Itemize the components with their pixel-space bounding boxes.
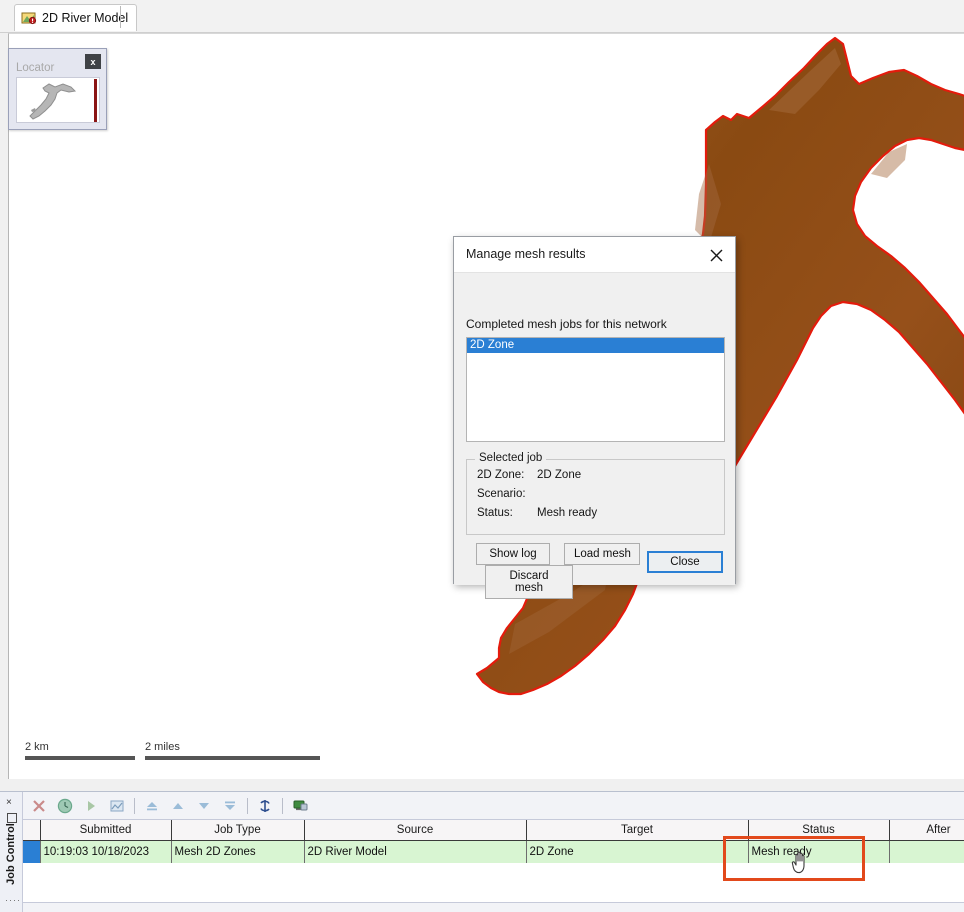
selected-job-caption: Selected job [475,452,547,464]
stop-job-icon[interactable] [52,794,78,818]
job-control-grid[interactable]: Submitted Job Type Source Target Status … [23,819,964,903]
column-header-target[interactable]: Target [526,820,749,841]
job-control-sidebar: × Job Control ···· [0,792,23,912]
locator-mini-map[interactable] [16,77,100,123]
table-row[interactable]: 10:19:03 10/18/2023 Mesh 2D Zones 2D Riv… [23,840,964,863]
selected-job-group: Selected job 2D Zone: 2D Zone Scenario: … [466,452,725,535]
model-tab-icon [21,10,37,26]
cell-source[interactable]: 2D River Model [304,840,527,863]
cell-status[interactable]: Mesh ready [748,840,890,863]
locator-panel[interactable]: Locator x [8,48,107,130]
job-control-status-strip [23,902,964,912]
jobs-table: Submitted Job Type Source Target Status … [23,820,964,863]
completed-jobs-label: Completed mesh jobs for this network [466,317,667,331]
move-up-icon[interactable] [165,794,191,818]
toolbar-separator-2 [247,797,248,814]
dialog-close-button[interactable]: Close [647,551,723,573]
row-header-corner [23,820,41,841]
dialog-title: Manage mesh results [466,247,586,261]
view-log-icon[interactable] [104,794,130,818]
move-bottom-icon[interactable] [217,794,243,818]
tab-2d-river-model[interactable]: 2D River Model [14,4,138,31]
manage-mesh-results-dialog[interactable]: Manage mesh results Completed mesh jobs … [453,236,736,599]
dialog-title-bar: Manage mesh results [454,237,735,273]
completed-jobs-list[interactable]: 2D Zone [466,337,725,442]
field-value-status: Mesh ready [537,507,598,519]
locator-close-button[interactable]: x [85,54,101,69]
move-down-icon[interactable] [191,794,217,818]
move-top-icon[interactable] [139,794,165,818]
toolbar-separator-1 [134,797,135,814]
field-label-scenario: Scenario: [477,488,526,500]
locator-title: Locator [16,62,55,74]
list-item[interactable]: 2D Zone [467,338,724,353]
field-label-status: Status: [477,507,513,519]
tab-strip: 2D River Model [0,0,964,33]
close-icon[interactable] [703,243,729,267]
job-control-toolbar [23,792,964,819]
locator-extent-bar [94,79,97,122]
row-selector[interactable] [23,840,41,863]
scale-miles-line [145,756,320,760]
refresh-icon[interactable] [252,794,278,818]
cell-submitted[interactable]: 10:19:03 10/18/2023 [40,840,172,863]
cell-job-type[interactable]: Mesh 2D Zones [171,840,305,863]
cell-after[interactable] [889,840,964,863]
field-label-2d-zone: 2D Zone: [477,469,525,481]
cell-target[interactable]: 2D Zone [526,840,749,863]
delete-job-icon[interactable] [26,794,52,818]
column-header-source[interactable]: Source [304,820,527,841]
jobs-table-header: Submitted Job Type Source Target Status … [23,820,964,841]
field-value-2d-zone: 2D Zone [537,469,582,481]
column-header-status[interactable]: Status [748,820,890,841]
application-window: 2D River Model 2 km 2 miles Locator x Ma… [0,0,964,912]
load-mesh-button[interactable]: Load mesh [564,543,641,565]
run-job-icon[interactable] [78,794,104,818]
remote-server-icon[interactable] [287,794,313,818]
show-log-button[interactable]: Show log [476,543,550,565]
locator-river-shape [29,83,77,120]
tab-label: 2D River Model [42,11,129,25]
column-header-submitted[interactable]: Submitted [40,820,172,841]
tab-separator [120,6,121,28]
scale-miles: 2 miles [145,741,320,760]
job-control-title: Job Control [5,823,17,885]
dialog-footer: Close [647,551,723,573]
discard-mesh-button[interactable]: Discard mesh [485,565,573,599]
scale-km-line [25,756,135,760]
dialog-body: Completed mesh jobs for this network 2D … [454,273,735,599]
column-header-after[interactable]: After [889,820,964,841]
column-header-job-type[interactable]: Job Type [171,820,305,841]
job-control-panel: × Job Control ···· Submitted Job Type So… [0,791,964,912]
job-control-grip[interactable]: ···· [5,895,21,905]
toolbar-separator-3 [282,797,283,814]
job-control-close-button[interactable]: × [6,797,12,808]
scale-km: 2 km [25,741,135,760]
